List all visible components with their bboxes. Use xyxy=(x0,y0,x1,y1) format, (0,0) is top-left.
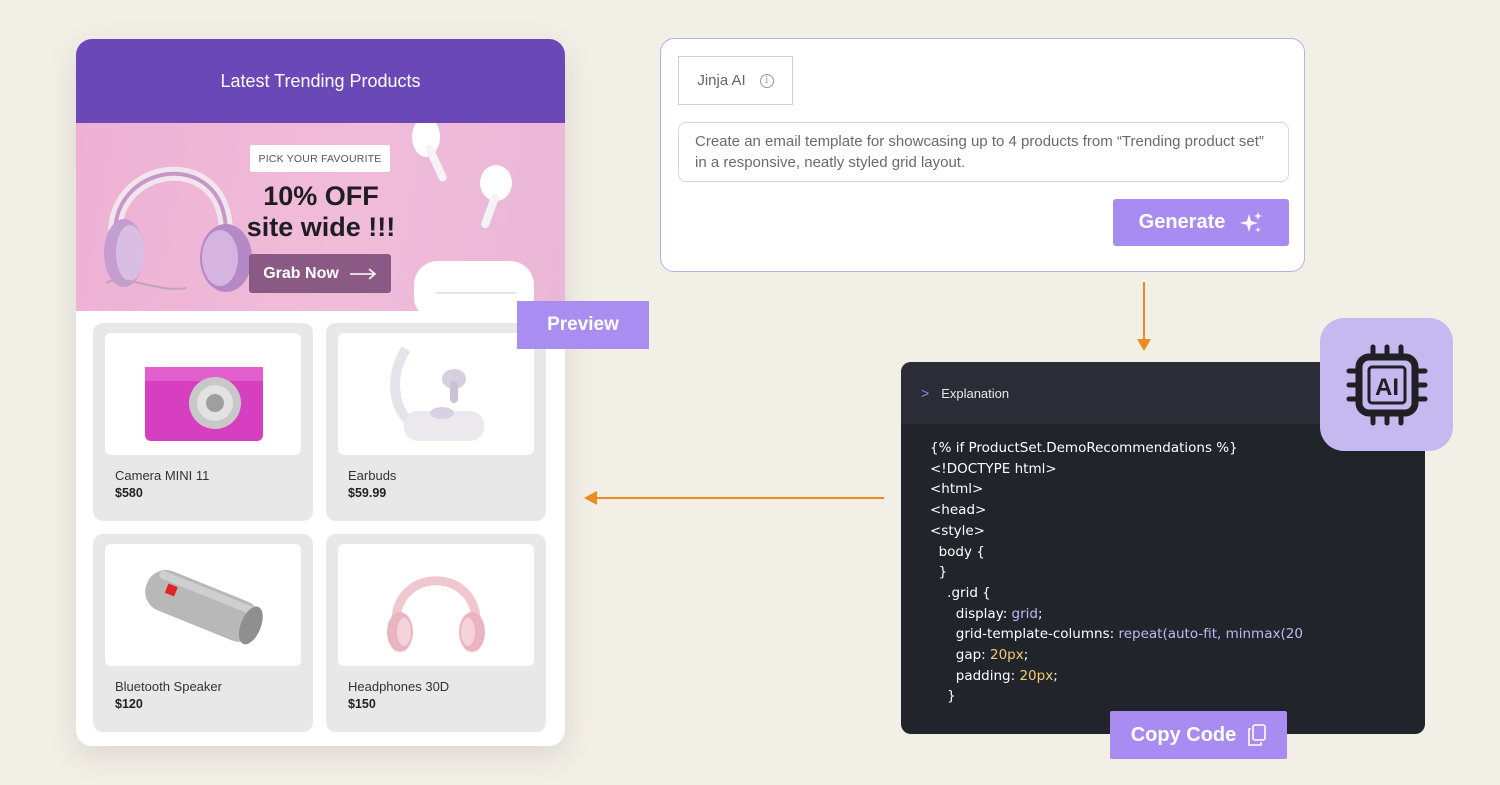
code-line: } xyxy=(930,688,956,705)
arrow-right-icon xyxy=(349,267,377,280)
chevron-right-icon: > xyxy=(921,385,930,401)
banner-pill: PICK YOUR FAVOURITE xyxy=(250,145,390,172)
code-line: grid-template-columns: repeat(auto-fit, … xyxy=(930,626,1303,643)
banner-headline-line2: site wide !!! xyxy=(246,212,396,242)
code-block: {% if ProductSet.DemoRecommendations %} … xyxy=(901,424,1425,707)
email-header-title: Latest Trending Products xyxy=(220,70,421,91)
promo-banner: PICK YOUR FAVOURITE 10% OFF site wide !!… xyxy=(76,123,565,311)
code-line: padding: 20px; xyxy=(930,667,1058,684)
model-name: Jinja AI xyxy=(697,72,746,89)
grab-now-label: Grab Now xyxy=(263,264,339,282)
flow-arrow-down-head xyxy=(1137,339,1151,351)
product-price: $59.99 xyxy=(348,486,387,500)
prompt-card: Jinja AI i Create an email template for … xyxy=(660,38,1305,272)
info-icon[interactable]: i xyxy=(759,73,774,88)
model-selector[interactable]: Jinja AI i xyxy=(678,56,793,105)
flow-arrow-left xyxy=(596,497,884,499)
svg-text:AI: AI xyxy=(1375,374,1399,401)
product-price: $120 xyxy=(115,697,143,711)
speaker-image xyxy=(105,544,301,666)
copy-code-button[interactable]: Copy Code xyxy=(1110,711,1287,759)
code-line: <html> xyxy=(930,481,984,498)
code-line: gap: 20px; xyxy=(930,647,1029,664)
flow-arrow-down xyxy=(1143,282,1145,342)
product-price: $150 xyxy=(348,697,376,711)
banner-headline: 10% OFF site wide !!! xyxy=(236,181,406,243)
product-grid: Camera MINI 11 $580 Earbuds $59.99 Bluet… xyxy=(93,323,546,732)
generate-button[interactable]: Generate xyxy=(1113,199,1289,246)
sparkle-icon xyxy=(1240,211,1263,233)
airpods-banner-image xyxy=(412,123,534,311)
product-price: $580 xyxy=(115,486,143,500)
code-line: <head> xyxy=(930,502,987,519)
preview-label: Preview xyxy=(517,301,649,349)
product-tile[interactable]: Earbuds $59.99 xyxy=(326,323,546,521)
pink-camera-image xyxy=(105,333,301,455)
email-preview-card: Latest Trending Products PICK YOUR FAVOU… xyxy=(76,39,565,746)
code-line: <style> xyxy=(930,522,985,539)
headphones-image xyxy=(338,544,534,666)
copy-code-label: Copy Code xyxy=(1130,723,1237,746)
product-tile[interactable]: Headphones 30D $150 xyxy=(326,534,546,732)
prompt-input[interactable]: Create an email template for showcasing … xyxy=(678,122,1289,182)
product-name: Earbuds xyxy=(348,468,397,483)
earbuds-case-image xyxy=(338,333,534,455)
flow-arrow-left-head xyxy=(584,491,597,505)
code-line: body { xyxy=(930,543,985,560)
product-name: Bluetooth Speaker xyxy=(115,679,222,694)
generate-label: Generate xyxy=(1138,211,1226,233)
ai-chip-icon: AI xyxy=(1320,318,1453,451)
code-line: .grid { xyxy=(930,584,991,601)
code-line: } xyxy=(930,564,948,581)
explanation-label: Explanation xyxy=(941,385,1010,401)
email-header: Latest Trending Products xyxy=(76,39,565,123)
product-tile[interactable]: Camera MINI 11 $580 xyxy=(93,323,313,521)
product-tile[interactable]: Bluetooth Speaker $120 xyxy=(93,534,313,732)
grab-now-button[interactable]: Grab Now xyxy=(249,254,391,293)
product-name: Camera MINI 11 xyxy=(115,468,210,483)
code-line: <!DOCTYPE html> xyxy=(930,460,1057,477)
code-line: display: grid; xyxy=(930,605,1043,622)
headphones-banner-image xyxy=(104,166,252,292)
banner-headline-line1: 10% OFF xyxy=(263,181,379,211)
copy-icon xyxy=(1248,724,1267,746)
product-name: Headphones 30D xyxy=(348,679,450,694)
